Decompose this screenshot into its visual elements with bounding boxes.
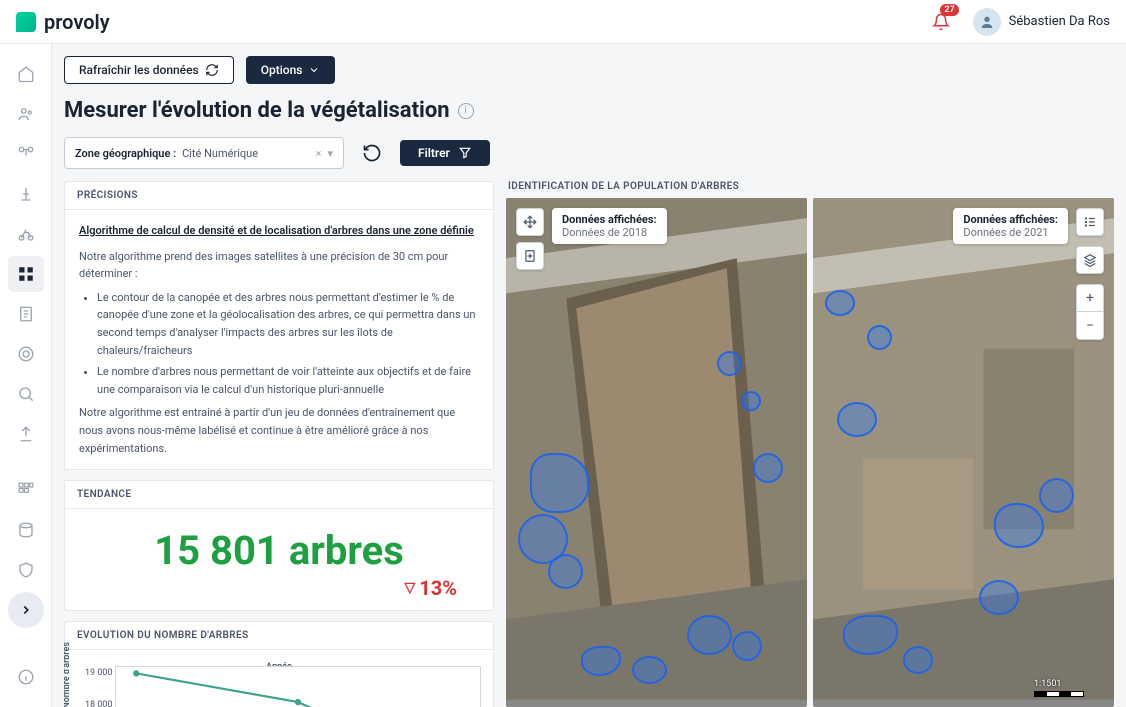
- precisions-head: PRÉCISIONS: [65, 182, 493, 210]
- nav-search[interactable]: [8, 376, 44, 412]
- tree-delta: ▽ 13%: [65, 576, 493, 600]
- map-move-button[interactable]: [516, 208, 544, 236]
- sidebar: [0, 44, 52, 707]
- tree-evolution-chart: Nombre d'arbres Année 16 00017 00018 000…: [71, 662, 487, 707]
- precisions-panel: PRÉCISIONS Algorithme de calcul de densi…: [64, 181, 494, 470]
- map-2018[interactable]: Données affichées: Données de 2018: [506, 198, 807, 707]
- map-right-label: Données affichées: Données de 2021: [953, 208, 1068, 244]
- title-info-icon[interactable]: i: [458, 103, 474, 119]
- notifications-button[interactable]: 27: [925, 6, 957, 38]
- refresh-label: Rafraîchir les données: [79, 63, 199, 77]
- map-left-label: Données affichées: Données de 2018: [552, 208, 667, 244]
- nav-security[interactable]: [8, 552, 44, 588]
- chart-ytick: 18 000: [85, 700, 113, 707]
- nav-home[interactable]: [8, 56, 44, 92]
- avatar-icon: [973, 8, 1001, 36]
- precisions-bullet: Le contour de la canopée et des arbres n…: [97, 289, 479, 359]
- chevron-down-icon: [308, 64, 320, 76]
- map-label-title: Données affichées:: [562, 213, 657, 226]
- nav-bike[interactable]: [8, 216, 44, 252]
- nav-dashboard[interactable]: [8, 256, 44, 292]
- tendance-head: TENDANCE: [65, 481, 493, 509]
- map-scale-text: 1:1501: [1034, 679, 1061, 689]
- filter-icon: [458, 146, 472, 160]
- nav-activity[interactable]: [8, 336, 44, 372]
- brand-logo[interactable]: provoly: [16, 10, 110, 34]
- page-title: Mesurer l'évolution de la végétalisation: [64, 98, 450, 123]
- notifications-count: 27: [940, 4, 958, 16]
- user-menu[interactable]: Sébastien Da Ros: [973, 8, 1110, 36]
- map-2021[interactable]: + − Données affichées: Données de 2021 1…: [813, 198, 1114, 707]
- satellite-image-2018: [506, 198, 807, 700]
- map-legend-button[interactable]: [1076, 208, 1104, 236]
- zone-label: Zone géographique :: [75, 147, 176, 160]
- brand-name: provoly: [44, 10, 110, 34]
- map-right-sub: Données de 2021: [963, 226, 1058, 239]
- nav-db[interactable]: [8, 512, 44, 548]
- minus-icon: −: [1086, 318, 1094, 334]
- chart-ylabel: Nombre d'arbres: [64, 642, 72, 707]
- precisions-para2: Notre algorithme est entrainé à partir d…: [79, 404, 479, 457]
- nav-drone[interactable]: [8, 136, 44, 172]
- tree-count: 15 801 arbres: [65, 527, 493, 574]
- map-layers-button[interactable]: [1076, 246, 1104, 274]
- evolution-panel: EVOLUTION DU NOMBRE D'ARBRES Nombre d'ar…: [64, 621, 494, 707]
- nav-reports[interactable]: [8, 296, 44, 332]
- nav-users[interactable]: [8, 96, 44, 132]
- filter-button[interactable]: Filtrer: [400, 140, 490, 166]
- map-label-title: Données affichées:: [963, 213, 1058, 226]
- map-add-button[interactable]: [516, 242, 544, 270]
- map-zoom-out-button[interactable]: −: [1076, 312, 1104, 340]
- history-icon: [362, 143, 382, 163]
- move-icon: [523, 215, 537, 229]
- nav-upload[interactable]: [8, 416, 44, 452]
- map-scale: 1:1501: [1034, 679, 1084, 697]
- tendance-panel: TENDANCE 15 801 arbres ▽ 13%: [64, 480, 494, 611]
- zone-select[interactable]: Zone géographique : Cité Numérique × ▾: [64, 137, 344, 169]
- plus-doc-icon: [523, 249, 537, 263]
- options-label: Options: [261, 63, 303, 77]
- delta-value: 13%: [419, 576, 457, 600]
- map-zoom-in-button[interactable]: +: [1076, 284, 1104, 312]
- sidebar-expand-button[interactable]: [8, 592, 44, 628]
- topbar: provoly 27 Sébastien Da Ros: [0, 0, 1126, 44]
- layers-icon: [1083, 253, 1097, 267]
- user-name: Sébastien Da Ros: [1009, 14, 1110, 29]
- main-content: Rafraîchir les données Options Mesurer l…: [52, 44, 1126, 707]
- map-section-head: IDENTIFICATION DE LA POPULATION D'ARBRES: [506, 181, 1114, 198]
- nav-grid[interactable]: [8, 472, 44, 508]
- refresh-icon: [205, 63, 219, 77]
- chart-ytick: 19 000: [85, 668, 113, 678]
- evolution-head: EVOLUTION DU NOMBRE D'ARBRES: [65, 622, 493, 650]
- precisions-subtitle: Algorithme de calcul de densité et de lo…: [79, 222, 479, 240]
- list-icon: [1083, 215, 1097, 229]
- down-triangle-icon: ▽: [404, 580, 415, 596]
- filter-label: Filtrer: [418, 146, 450, 160]
- reset-filters-button[interactable]: [356, 137, 388, 169]
- zone-clear-icon[interactable]: ×: [316, 147, 322, 160]
- chevron-right-icon: [19, 603, 33, 617]
- options-button[interactable]: Options: [246, 56, 336, 84]
- refresh-button[interactable]: Rafraîchir les données: [64, 56, 234, 84]
- nav-hydrant[interactable]: [8, 176, 44, 212]
- nav-info[interactable]: [8, 659, 44, 695]
- chevron-down-icon: ▾: [327, 147, 333, 160]
- map-left-sub: Données de 2018: [562, 226, 657, 239]
- precisions-bullet: Le nombre d'arbres nous permettant de vo…: [97, 363, 479, 398]
- precisions-para1: Notre algorithme prend des images satell…: [79, 248, 479, 283]
- zone-value: Cité Numérique: [182, 147, 316, 160]
- logo-mark-icon: [16, 12, 36, 32]
- plus-icon: +: [1086, 290, 1094, 306]
